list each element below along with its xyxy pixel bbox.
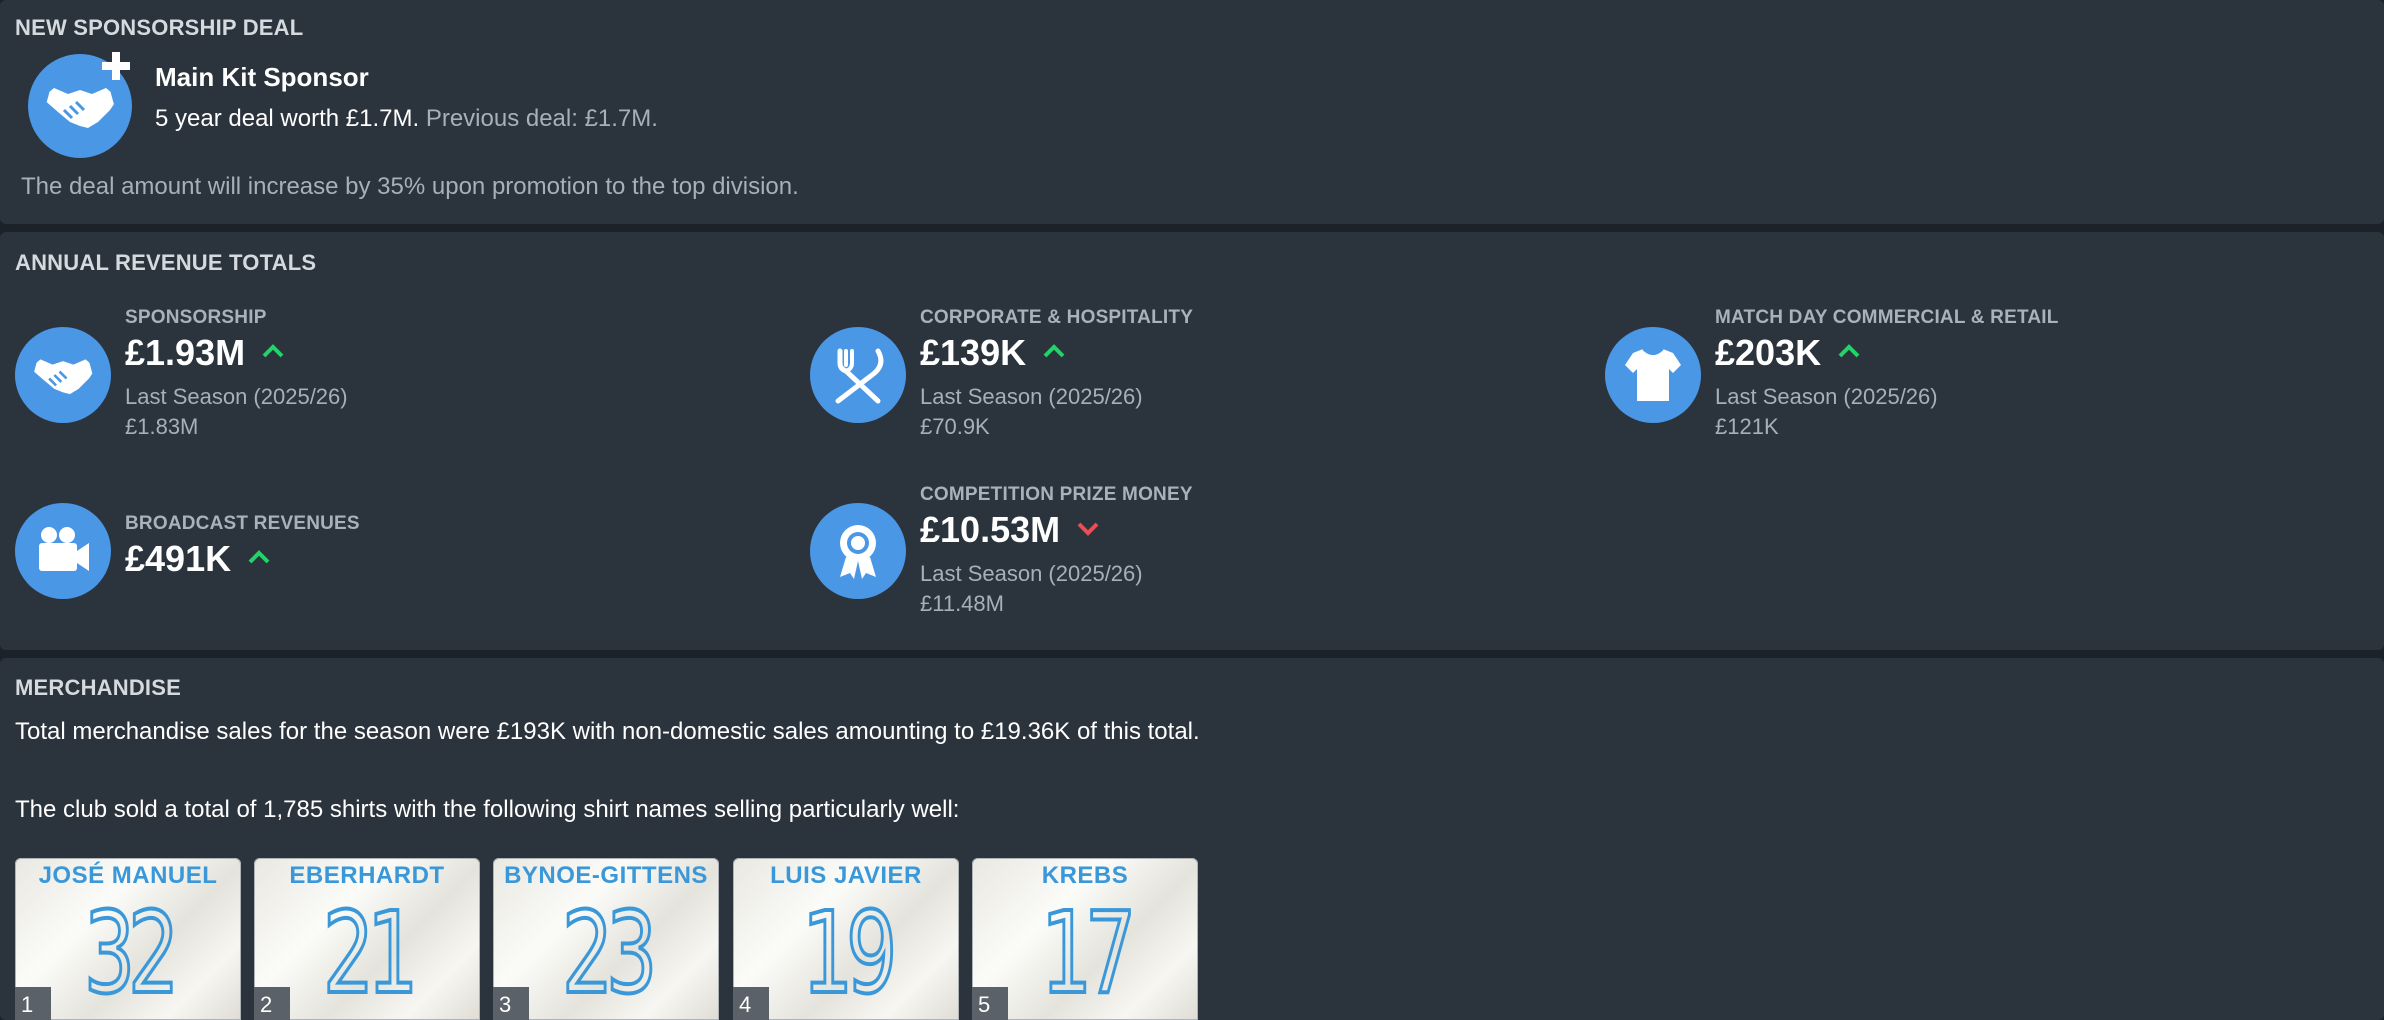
shirt-name: BYNOE-GITTENS [504,862,708,889]
shirt-name: JOSÉ MANUEL [38,862,218,889]
last-season-value: £1.83M [125,414,199,439]
shirt-rank: 4 [733,987,769,1020]
trend-down-icon [1077,523,1099,537]
shirt-number: 17 [1039,889,1137,1019]
revenue-value: £10.53M [920,509,1100,551]
shirt-rank: 1 [15,987,51,1020]
shirt-name: LUIS JAVIER [770,862,922,889]
promotion-note: The deal amount will increase by 35% upo… [21,173,799,200]
shirt-number: 19 [800,889,898,1019]
revenue-value: £491K [125,538,271,580]
shirt-number: 21 [321,889,419,1019]
shirt-number: 32 [82,889,180,1019]
revenue-label: MATCH DAY COMMERCIAL & RETAIL [1715,307,2059,328]
deal-summary: 5 year deal worth £1.7M. Previous deal: … [155,105,658,133]
trend-up-icon [1838,344,1860,358]
last-season-label: Last Season (2025/26) [920,384,1143,409]
last-season-value: £70.9K [920,414,990,439]
handshake-icon [28,52,132,158]
shirt-icon [1605,327,1701,423]
revenue-amount: £203K [1715,332,1822,373]
last-season-label: Last Season (2025/26) [125,384,348,409]
trend-up-icon [262,344,284,358]
revenue-amount: £491K [125,538,232,579]
sponsor-title: Main Kit Sponsor [155,62,369,92]
plus-icon [102,52,130,80]
shirt-rank: 3 [493,987,529,1020]
shirt-card[interactable]: EBERHARDT 21 2 [254,858,480,1020]
section-title: MERCHANDISE [15,675,181,700]
camera-icon [15,503,111,599]
last-season-label: Last Season (2025/26) [1715,384,1938,409]
revenue-label: BROADCAST REVENUES [125,513,360,534]
sponsorship-deal-panel: NEW SPONSORSHIP DEAL Main Kit Sponsor 5 … [0,0,2384,224]
shirt-card[interactable]: LUIS JAVIER 19 4 [733,858,959,1020]
shirts-sold-text: The club sold a total of 1,785 shirts wi… [15,796,960,823]
revenue-value: £1.93M [125,332,285,374]
shirt-card[interactable]: BYNOE-GITTENS 23 3 [493,858,719,1020]
medal-icon [810,503,906,599]
last-season-label: Last Season (2025/26) [920,561,1143,586]
revenue-value: £203K [1715,332,1861,374]
revenue-label: CORPORATE & HOSPITALITY [920,307,1194,328]
revenue-label: SPONSORSHIP [125,307,267,328]
shirt-number: 23 [560,889,658,1019]
section-title: ANNUAL REVENUE TOTALS [15,250,317,275]
revenue-label: COMPETITION PRIZE MONEY [920,484,1193,505]
annual-revenue-panel: ANNUAL REVENUE TOTALS SPONSORSHIP £1.93M… [0,232,2384,650]
last-season-value: £11.48M [920,591,1004,616]
trend-up-icon [248,550,270,564]
shirt-name: EBERHARDT [289,862,445,889]
shirt-rank: 5 [972,987,1008,1020]
section-title: NEW SPONSORSHIP DEAL [15,15,304,40]
shirt-rank: 2 [254,987,290,1020]
deal-text: 5 year deal worth £1.7M. [155,105,420,132]
trend-up-icon [1043,344,1065,358]
merchandise-summary: Total merchandise sales for the season w… [15,718,1200,745]
revenue-value: £139K [920,332,1066,374]
handshake-icon [15,327,111,423]
revenue-amount: £10.53M [920,509,1061,550]
shirt-card[interactable]: JOSÉ MANUEL 32 1 [15,858,241,1020]
shirt-card[interactable]: KREBS 17 5 [972,858,1198,1020]
revenue-amount: £1.93M [125,332,246,373]
shirt-name: KREBS [1041,862,1129,889]
last-season-value: £121K [1715,414,1779,439]
cutlery-icon [810,327,906,423]
previous-deal-text: Previous deal: £1.7M. [425,105,658,132]
revenue-amount: £139K [920,332,1027,373]
